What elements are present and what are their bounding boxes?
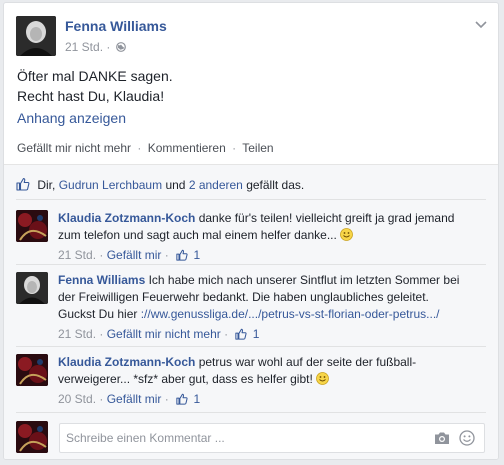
comment-like-count[interactable]: 1 — [193, 248, 200, 262]
comment-like-link[interactable]: Gefällt mir — [107, 248, 162, 262]
comment-timestamp[interactable]: 21 Std. — [58, 327, 96, 341]
attachment-link[interactable]: Anhang anzeigen — [17, 110, 126, 126]
comment-like-count[interactable]: 1 — [253, 327, 260, 341]
comment-body: Klaudia Zotzmann-Koch petrus war wohl au… — [58, 354, 468, 408]
post-header: Fenna Williams 21 Std. · — [4, 3, 498, 61]
comment-author-link[interactable]: Klaudia Zotzmann-Koch — [58, 355, 195, 369]
share-link[interactable]: Teilen — [242, 141, 273, 155]
thumbs-up-icon — [176, 249, 188, 261]
post-card: Fenna Williams 21 Std. · Öfter mal DANKE… — [3, 2, 499, 460]
post-text-line: Öfter mal DANKE sagen. — [17, 68, 173, 84]
footer-separator: · — [164, 392, 169, 406]
thumbs-up-icon — [16, 177, 30, 191]
comment-composer — [59, 423, 485, 453]
commenter-avatar[interactable] — [16, 272, 48, 304]
comment-timestamp[interactable]: 20 Std. — [58, 392, 96, 406]
meta-separator: · — [106, 40, 111, 54]
chevron-down-icon[interactable] — [474, 17, 488, 31]
unlike-link[interactable]: Gefällt mir nicht mehr — [17, 141, 131, 155]
emoji-icon[interactable] — [459, 430, 475, 446]
camera-icon[interactable] — [434, 431, 450, 445]
comment-body: Klaudia Zotzmann-Koch danke für's teilen… — [58, 210, 468, 264]
comment-footer: 21 Std. · Gefällt mir · 1 — [58, 247, 468, 264]
thumbs-up-icon — [235, 328, 248, 340]
divider — [16, 264, 486, 265]
footer-separator: · — [164, 248, 169, 262]
divider — [16, 199, 486, 200]
post-meta: 21 Std. · — [65, 40, 126, 54]
post-timestamp[interactable]: 21 Std. — [65, 40, 103, 54]
divider — [16, 412, 486, 413]
comment-like-link[interactable]: Gefällt mir — [107, 392, 162, 406]
divider — [16, 346, 486, 347]
footer-separator: · — [99, 248, 104, 262]
other-likers-link[interactable]: 2 anderen — [189, 178, 243, 192]
commenter-avatar[interactable] — [16, 354, 48, 386]
commenter-avatar[interactable] — [16, 210, 48, 242]
comment-like-count[interactable]: 1 — [193, 392, 200, 406]
footer-separator: · — [99, 392, 104, 406]
comment-footer: 21 Std. · Gefällt mir nicht mehr · 1 — [58, 326, 468, 343]
post-text: Öfter mal DANKE sagen. Recht hast Du, Kl… — [17, 66, 173, 106]
smiley-icon — [340, 228, 354, 241]
comment-author-link[interactable]: Klaudia Zotzmann-Koch — [58, 211, 195, 225]
action-separator: · — [137, 141, 142, 155]
privacy-globe-icon[interactable] — [115, 42, 126, 52]
post-actions: Gefällt mir nicht mehr · Kommentieren · … — [17, 141, 274, 155]
likes-and: und — [165, 178, 186, 192]
likes-prefix: Dir, — [37, 178, 56, 192]
feedback-section: Dir, Gudrun Lerchbaum und 2 anderen gefä… — [4, 164, 498, 459]
comment-timestamp[interactable]: 21 Std. — [58, 248, 96, 262]
likes-summary: Dir, Gudrun Lerchbaum und 2 anderen gefä… — [16, 177, 304, 192]
thumbs-up-icon — [176, 393, 188, 405]
comment-author-link[interactable]: Fenna Williams — [58, 273, 145, 287]
comment-unlike-link[interactable]: Gefällt mir nicht mehr — [107, 327, 221, 341]
liker-name-link[interactable]: Gudrun Lerchbaum — [59, 178, 162, 192]
post-author-name[interactable]: Fenna Williams — [65, 18, 167, 34]
author-avatar[interactable] — [16, 16, 56, 56]
comment-input[interactable] — [66, 430, 416, 446]
footer-separator: · — [99, 327, 104, 341]
footer-separator: · — [224, 327, 229, 341]
comment-link[interactable]: Kommentieren — [148, 141, 226, 155]
comment-url-link[interactable]: ://ww.genussliga.de/.../petrus-vs-st-flo… — [141, 307, 440, 321]
comment-body: Fenna Williams Ich habe mich nach unsere… — [58, 272, 468, 343]
action-separator: · — [232, 141, 237, 155]
post-text-line: Recht hast Du, Klaudia! — [17, 88, 165, 104]
viewer-avatar[interactable] — [16, 421, 48, 453]
smiley-icon — [316, 372, 330, 385]
likes-suffix: gefällt das. — [246, 178, 305, 192]
comment-footer: 20 Std. · Gefällt mir · 1 — [58, 391, 468, 408]
